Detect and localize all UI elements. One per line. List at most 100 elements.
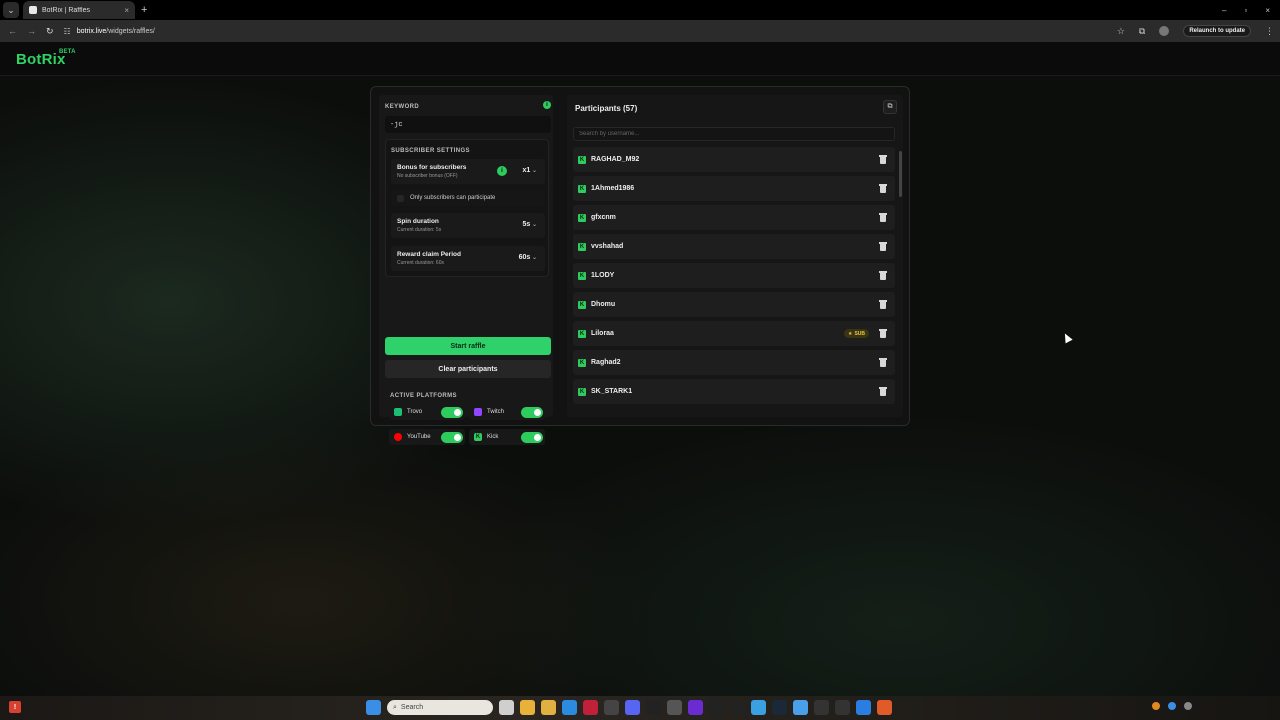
only-subscribers-checkbox[interactable] <box>397 194 404 202</box>
reward-claim-subtitle: Current duration: 60s <box>397 260 444 266</box>
file-explorer-icon[interactable] <box>541 700 556 715</box>
bookmark-star-icon[interactable]: ☆ <box>1117 26 1125 37</box>
start-menu-icon[interactable] <box>366 700 381 715</box>
obs-icon[interactable] <box>646 700 661 715</box>
participant-list-scrollbar[interactable] <box>899 151 902 197</box>
clear-participants-button[interactable]: Clear participants <box>385 360 551 378</box>
tray-icon[interactable] <box>1152 702 1160 710</box>
app-icon[interactable] <box>730 700 745 715</box>
spin-duration-select[interactable]: 5s <box>523 221 538 228</box>
app-icon[interactable] <box>604 700 619 715</box>
participant-search-input[interactable] <box>573 127 895 141</box>
start-raffle-button[interactable]: Start raffle <box>385 337 551 355</box>
trash-icon[interactable] <box>879 242 887 251</box>
trash-icon[interactable] <box>879 358 887 367</box>
copy-icon[interactable]: ⧉ <box>883 100 897 114</box>
browser-menu-icon[interactable]: ⋮ <box>1265 26 1274 37</box>
maximize-button[interactable]: ▫ <box>1244 6 1247 15</box>
window-close-button[interactable]: × <box>1265 6 1270 15</box>
site-info-icon[interactable]: ☷ <box>64 27 71 36</box>
youtube-toggle[interactable] <box>441 432 463 443</box>
only-subscribers-label: Only subscribers can participate <box>410 195 496 201</box>
warning-icon[interactable]: ! <box>9 701 21 713</box>
browser-tab[interactable]: BotRix | Raffles × <box>23 1 135 19</box>
app-icon[interactable] <box>688 700 703 715</box>
participants-panel: Participants (57) ⧉ K RAGHAD_M92 K 1Ahme… <box>567 95 903 417</box>
browser-tab-strip: ⌄ BotRix | Raffles × + – ▫ × <box>0 0 1280 20</box>
back-arrow-icon[interactable]: ← <box>8 26 17 37</box>
app-icon[interactable] <box>814 700 829 715</box>
new-tab-button[interactable]: + <box>141 4 147 16</box>
platform-kick: K Kick <box>469 429 545 445</box>
url-host: botrix.live <box>76 27 107 35</box>
taskbar-search[interactable]: ⌕ Search <box>387 700 493 715</box>
trash-icon[interactable] <box>879 271 887 280</box>
participant-row: K Dhomu <box>573 292 895 317</box>
edge-icon[interactable] <box>562 700 577 715</box>
participant-row: K Raghad2 <box>573 350 895 375</box>
steam-icon[interactable] <box>772 700 787 715</box>
app-icon[interactable] <box>835 700 850 715</box>
app-icon[interactable] <box>793 700 808 715</box>
url-field[interactable]: ☷ botrix.live/widgets/raffles/ <box>64 23 1117 39</box>
trovo-toggle[interactable] <box>441 407 463 418</box>
kick-icon: K <box>578 242 586 251</box>
taskbar-apps: ⌕ Search <box>366 700 892 715</box>
reward-claim-select[interactable]: 60s <box>519 254 537 261</box>
reload-icon[interactable]: ↻ <box>46 26 54 37</box>
discord-icon[interactable] <box>625 700 640 715</box>
relaunch-button[interactable]: Relaunch to update <box>1183 25 1251 37</box>
keyword-input[interactable] <box>385 116 551 133</box>
task-view-icon[interactable] <box>499 700 514 715</box>
trash-icon[interactable] <box>879 184 887 193</box>
platform-twitch: Twitch <box>469 404 545 420</box>
tab-close-icon[interactable]: × <box>124 6 129 15</box>
keyword-info-icon[interactable]: i <box>543 101 551 109</box>
tray-icon[interactable] <box>1168 702 1176 710</box>
app-icon[interactable] <box>856 700 871 715</box>
participant-name: gfxcnm <box>591 214 616 221</box>
app-icon[interactable] <box>667 700 682 715</box>
star-icon: ★ <box>847 330 853 337</box>
subscriber-bonus-row: Bonus for subscribers No subscriber bonu… <box>391 159 545 184</box>
nav-buttons: ← → ↻ <box>6 26 54 37</box>
app-icon[interactable] <box>751 700 766 715</box>
participant-name: 1Ahmed1986 <box>591 185 635 192</box>
kick-toggle[interactable] <box>521 432 543 443</box>
participant-list: K RAGHAD_M92 K 1Ahmed1986 K gfxcnm K vvs… <box>573 147 895 408</box>
system-tray <box>1152 702 1192 710</box>
trash-icon[interactable] <box>879 300 887 309</box>
minimize-button[interactable]: – <box>1222 6 1226 15</box>
chrome-icon[interactable] <box>520 700 535 715</box>
reward-claim-title: Reward claim Period <box>397 251 461 258</box>
extensions-icon[interactable]: ⧉ <box>1139 26 1145 37</box>
participant-row: K gfxcnm <box>573 205 895 230</box>
spin-duration-title: Spin duration <box>397 218 439 225</box>
trash-icon[interactable] <box>879 213 887 222</box>
sub-badge: ★ SUB <box>843 329 869 338</box>
kick-icon: K <box>578 329 586 338</box>
participant-row: K vvshahad <box>573 234 895 259</box>
app-icon[interactable] <box>877 700 892 715</box>
forward-arrow-icon[interactable]: → <box>27 26 36 37</box>
kick-icon: K <box>578 213 586 222</box>
participant-row: K Liloraa ★ SUB <box>573 321 895 346</box>
platform-kick-label: Kick <box>487 434 499 440</box>
capcut-icon[interactable] <box>709 700 724 715</box>
subscriber-settings-title: SUBSCRIBER SETTINGS <box>391 148 470 154</box>
bonus-info-icon[interactable]: i <box>497 166 507 176</box>
profile-avatar[interactable] <box>1159 26 1170 36</box>
tray-icon[interactable] <box>1184 702 1192 710</box>
participant-name: 1LODY <box>591 272 615 279</box>
botrix-logo[interactable]: BotRix BETA <box>16 49 76 68</box>
trash-icon[interactable] <box>879 387 887 396</box>
participant-name: vvshahad <box>591 243 624 250</box>
app-a-icon[interactable] <box>583 700 598 715</box>
bonus-multiplier-select[interactable]: x1 <box>523 167 538 174</box>
twitch-toggle[interactable] <box>521 407 543 418</box>
tab-search-button[interactable]: ⌄ <box>3 2 19 18</box>
trash-icon[interactable] <box>879 329 887 338</box>
trash-icon[interactable] <box>879 155 887 164</box>
only-subscribers-checkbox-row[interactable]: Only subscribers can participate <box>391 190 545 206</box>
kick-icon: K <box>578 155 586 164</box>
